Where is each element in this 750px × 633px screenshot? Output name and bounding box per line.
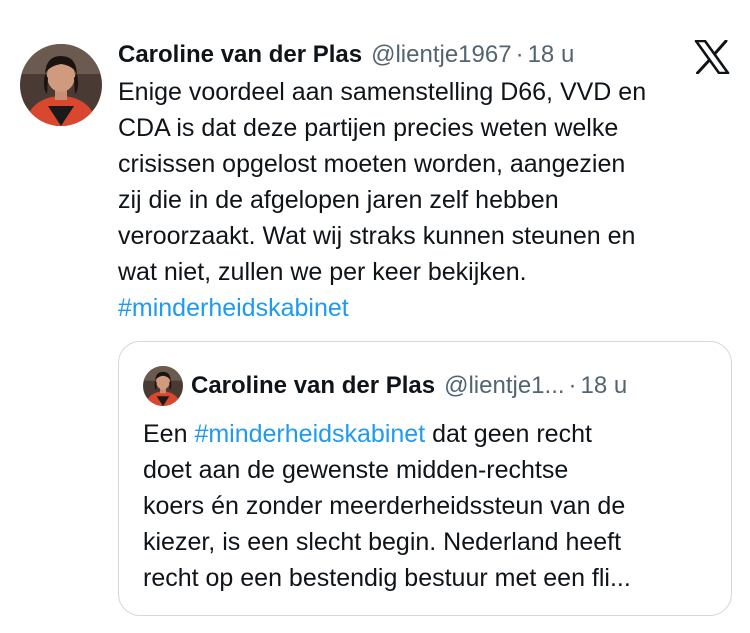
hashtag-link[interactable]: #minderheidskabinet bbox=[118, 290, 730, 326]
tweet-text-line: zij die in de afgelopen jaren zelf hebbe… bbox=[118, 186, 559, 214]
profile-avatar-image bbox=[143, 366, 183, 406]
quoted-text-line: koers én zonder meerderheidssteun van de bbox=[143, 492, 626, 520]
quoted-author-name[interactable]: Caroline van der Plas bbox=[191, 368, 435, 404]
tweet-text-line: crisissen opgelost moeten worden, aangez… bbox=[118, 150, 626, 178]
quoted-author-avatar[interactable] bbox=[143, 366, 183, 406]
separator-dot: · bbox=[515, 41, 524, 68]
separator-dot: · bbox=[568, 372, 577, 399]
quoted-tweet-text: Een #minderheidskabinet dat geen recht d… bbox=[143, 416, 713, 596]
tweet-text-line: CDA is dat deze partijen precies weten w… bbox=[118, 114, 619, 142]
quoted-text-line: kiezer, is een slecht begin. Nederland h… bbox=[143, 528, 622, 556]
x-logo-icon[interactable] bbox=[694, 39, 730, 75]
quoted-tweet[interactable]: Caroline van der Plas @lientje1... · 18 … bbox=[118, 341, 732, 616]
timestamp[interactable]: 18 u bbox=[528, 38, 575, 72]
quoted-text-line: recht op een bestendig bestuur met een f… bbox=[143, 564, 631, 592]
author-handle[interactable]: @lientje1967 bbox=[371, 38, 511, 72]
profile-avatar-image bbox=[20, 44, 102, 126]
tweet-text-line: Enige voordeel aan samenstelling D66, VV… bbox=[118, 78, 647, 106]
tweet-text-line: veroorzaakt. Wat wij straks kunnen steun… bbox=[118, 222, 636, 250]
quoted-tweet-header: Caroline van der Plas @lientje1... · 18 … bbox=[191, 368, 627, 404]
quoted-text-prefix: Een bbox=[143, 420, 195, 448]
author-avatar[interactable] bbox=[20, 44, 102, 126]
quoted-timestamp[interactable]: 18 u bbox=[581, 368, 628, 404]
quoted-text-line: doet aan de gewenste midden-rechtse bbox=[143, 456, 569, 484]
tweet-text-line: wat niet, zullen we per keer bekijken. bbox=[118, 258, 527, 286]
quoted-text-suffix: dat geen recht bbox=[425, 420, 592, 448]
hashtag-link[interactable]: #minderheidskabinet bbox=[194, 420, 425, 448]
tweet[interactable]: Caroline van der Plas @lientje1967 · 18 … bbox=[0, 0, 750, 633]
tweet-header: Caroline van der Plas @lientje1967 · 18 … bbox=[118, 38, 574, 72]
tweet-text: Enige voordeel aan samenstelling D66, VV… bbox=[118, 74, 730, 326]
quoted-text-line: Een #minderheidskabinet dat geen recht bbox=[143, 416, 713, 452]
author-name[interactable]: Caroline van der Plas bbox=[118, 38, 362, 72]
quoted-author-handle[interactable]: @lientje1... bbox=[444, 368, 564, 404]
